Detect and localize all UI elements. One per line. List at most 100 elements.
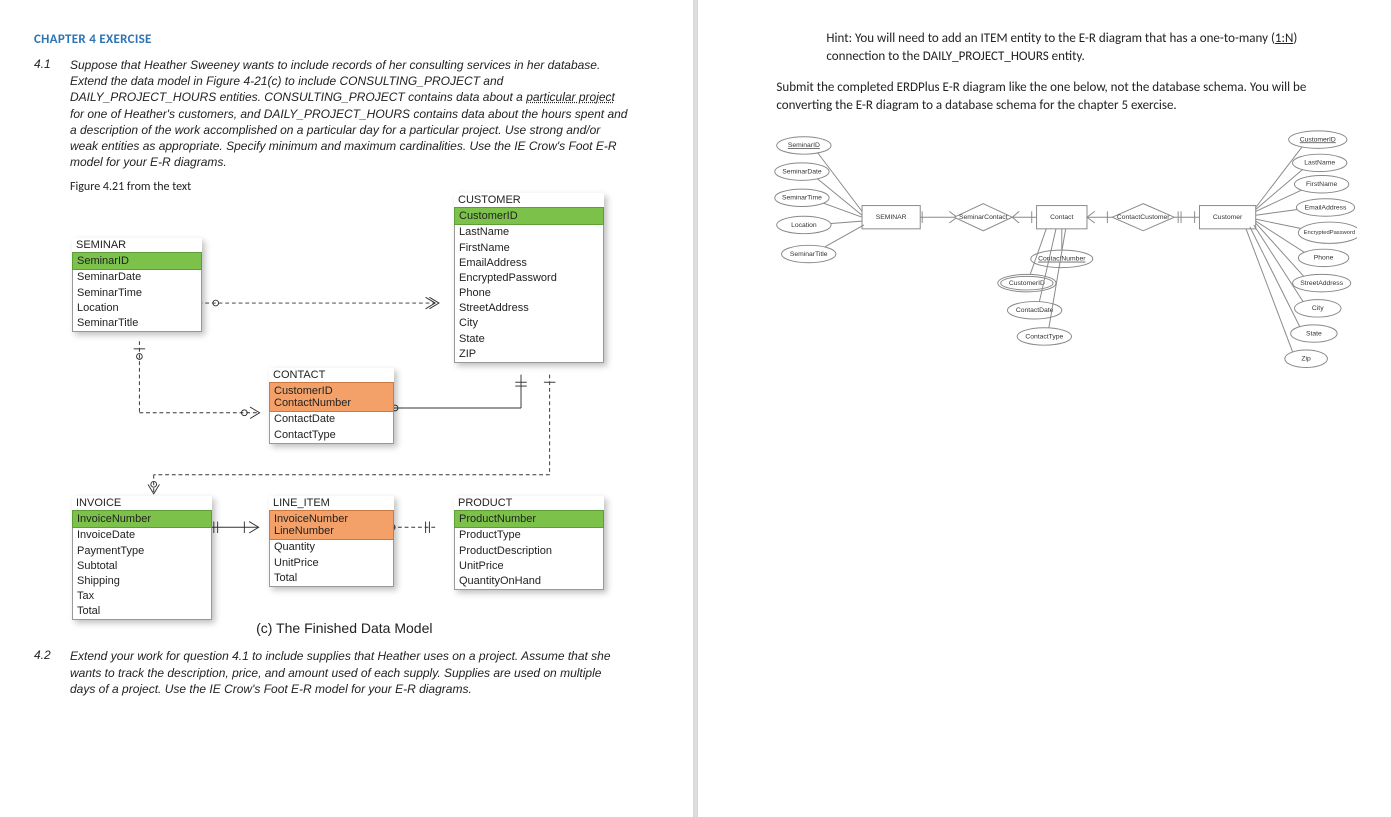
question-4-2: 4.2 Extend your work for question 4.1 to… [34, 648, 655, 697]
svg-text:StreetAddress: StreetAddress [1301, 280, 1344, 287]
attr: Subtotal [73, 559, 211, 574]
svg-text:ContactType: ContactType [1026, 333, 1064, 340]
attr: SeminarTime [73, 286, 201, 301]
attr: SeminarDate [73, 270, 201, 285]
entity-label: INVOICE [72, 496, 212, 510]
er-diagram: .conn { stroke:#333; stroke-width:1; fil… [44, 198, 655, 618]
document-spread: CHAPTER 4 EXERCISE 4.1 Suppose that Heat… [0, 0, 1391, 817]
attr: Location [73, 301, 201, 316]
entity-pk: SeminarID [72, 252, 202, 270]
entity-label: SEMINAR [72, 238, 202, 252]
q41-post: for one of Heather's customers, and DAIL… [70, 107, 627, 170]
entity-pk: CustomerID [454, 207, 604, 225]
entity-label: LINE_ITEM [269, 496, 394, 510]
question-text: Suppose that Heather Sweeney wants to in… [70, 57, 630, 170]
attr: Phone [455, 286, 603, 301]
attr: UnitPrice [270, 556, 393, 571]
attr: ContactType [270, 428, 393, 443]
svg-text:SeminarDate: SeminarDate [783, 169, 823, 176]
attr: Total [73, 604, 211, 619]
hint-paragraph: Hint: You will need to add an ITEM entit… [826, 30, 1357, 65]
chapter-title: CHAPTER 4 EXERCISE [34, 32, 655, 47]
svg-text:ContactNumber: ContactNumber [1039, 256, 1087, 263]
svg-text:State: State [1306, 331, 1322, 338]
chen-diagram: .box{fill:#fff;stroke:#888;stroke-width:… [736, 128, 1357, 418]
svg-text:SeminarTime: SeminarTime [782, 195, 822, 202]
left-page: CHAPTER 4 EXERCISE 4.1 Suppose that Heat… [0, 0, 689, 817]
submit-paragraph: Submit the completed ERDPlus E-R diagram… [776, 79, 1336, 114]
chen-customer: Customer [1213, 214, 1243, 221]
attr: SeminarTitle [73, 316, 201, 331]
entity-pk: ProductNumber [454, 510, 604, 528]
svg-text:Phone: Phone [1314, 255, 1334, 262]
chen-customer-attrs: CustomerID LastName FirstName EmailAddre… [1246, 131, 1357, 368]
svg-text:Zip: Zip [1302, 356, 1312, 363]
entity-attrs: Quantity UnitPrice Total [269, 540, 394, 587]
chen-rel-sc: SeminarContact [959, 214, 1008, 221]
chen-contact: Contact [1051, 214, 1074, 221]
attr: EmailAddress [455, 256, 603, 271]
entity-attrs: ProductType ProductDescription UnitPrice… [454, 528, 604, 590]
q41-dotted: particular project [526, 90, 615, 104]
chen-svg: .box{fill:#fff;stroke:#888;stroke-width:… [736, 128, 1357, 409]
chen-seminar: SEMINAR [876, 214, 907, 221]
chen-rel-cc: ContactCustomer [1117, 214, 1170, 221]
attr: Total [270, 571, 393, 586]
entity-product: PRODUCT ProductNumber ProductType Produc… [454, 496, 604, 590]
hint-pre: Hint: You will need to add an ITEM entit… [826, 31, 1274, 46]
attr: PaymentType [73, 544, 211, 559]
figure-caption: Figure 4.21 from the text [70, 180, 655, 194]
svg-text:ContactDate: ContactDate [1016, 307, 1054, 314]
attr: EncryptedPassword [455, 271, 603, 286]
entity-label: PRODUCT [454, 496, 604, 510]
entity-attrs: InvoiceDate PaymentType Subtotal Shippin… [72, 528, 212, 620]
entity-seminar: SEMINAR SeminarID SeminarDate SeminarTim… [72, 238, 202, 332]
entity-attrs: SeminarDate SeminarTime Location Seminar… [72, 270, 202, 332]
entity-contact: CONTACT CustomerID ContactNumber Contact… [269, 368, 394, 443]
attr: Quantity [270, 540, 393, 555]
attr: ZIP [455, 347, 603, 362]
q41-pre: Suppose that Heather Sweeney wants to in… [70, 58, 600, 104]
entity-pk: InvoiceNumber LineNumber [269, 510, 394, 540]
svg-text:CustomerID: CustomerID [1009, 280, 1045, 287]
hint-link[interactable]: 1:N [1275, 31, 1293, 46]
svg-text:EmailAddress: EmailAddress [1305, 204, 1347, 211]
attr: QuantityOnHand [455, 574, 603, 589]
attr: State [455, 332, 603, 347]
entity-label: CUSTOMER [454, 193, 604, 207]
attr: Shipping [73, 574, 211, 589]
entity-label: CONTACT [269, 368, 394, 382]
entity-lineitem: LINE_ITEM InvoiceNumber LineNumber Quant… [269, 496, 394, 587]
svg-text:FirstName: FirstName [1306, 181, 1337, 188]
chen-contact-attrs: ContactNumber CustomerID ContactDate Con… [998, 229, 1093, 345]
page-gutter [689, 0, 703, 817]
svg-text:SeminarTitle: SeminarTitle [790, 251, 828, 258]
attr: ProductType [455, 528, 603, 543]
attr: ProductDescription [455, 544, 603, 559]
right-page: Hint: You will need to add an ITEM entit… [702, 0, 1391, 817]
submit-text: Submit the completed ERDPlus E-R diagram… [776, 79, 1336, 114]
chen-seminar-attrs: SeminarID SeminarDate SeminarTime Locati… [775, 137, 864, 263]
svg-text:Location: Location [791, 222, 817, 229]
entity-invoice: INVOICE InvoiceNumber InvoiceDate Paymen… [72, 496, 212, 620]
question-number: 4.1 [34, 57, 70, 170]
question-text: Extend your work for question 4.1 to inc… [70, 648, 630, 697]
svg-text:City: City [1312, 305, 1324, 312]
attr: FirstName [455, 241, 603, 256]
attr: UnitPrice [455, 559, 603, 574]
model-caption: (c) The Finished Data Model [34, 620, 655, 636]
svg-text:EncryptedPassword: EncryptedPassword [1304, 230, 1356, 236]
question-number: 4.2 [34, 648, 70, 697]
attr: StreetAddress [455, 301, 603, 316]
svg-text:LastName: LastName [1305, 160, 1336, 167]
entity-attrs: LastName FirstName EmailAddress Encrypte… [454, 225, 604, 363]
entity-customer: CUSTOMER CustomerID LastName FirstName E… [454, 193, 604, 363]
attr: City [455, 316, 603, 331]
question-4-1: 4.1 Suppose that Heather Sweeney wants t… [34, 57, 655, 170]
entity-pk: InvoiceNumber [72, 510, 212, 528]
attr: ContactDate [270, 412, 393, 427]
entity-pk: CustomerID ContactNumber [269, 382, 394, 412]
svg-text:SeminarID: SeminarID [788, 142, 820, 149]
attr: LastName [455, 225, 603, 240]
attr: InvoiceDate [73, 528, 211, 543]
